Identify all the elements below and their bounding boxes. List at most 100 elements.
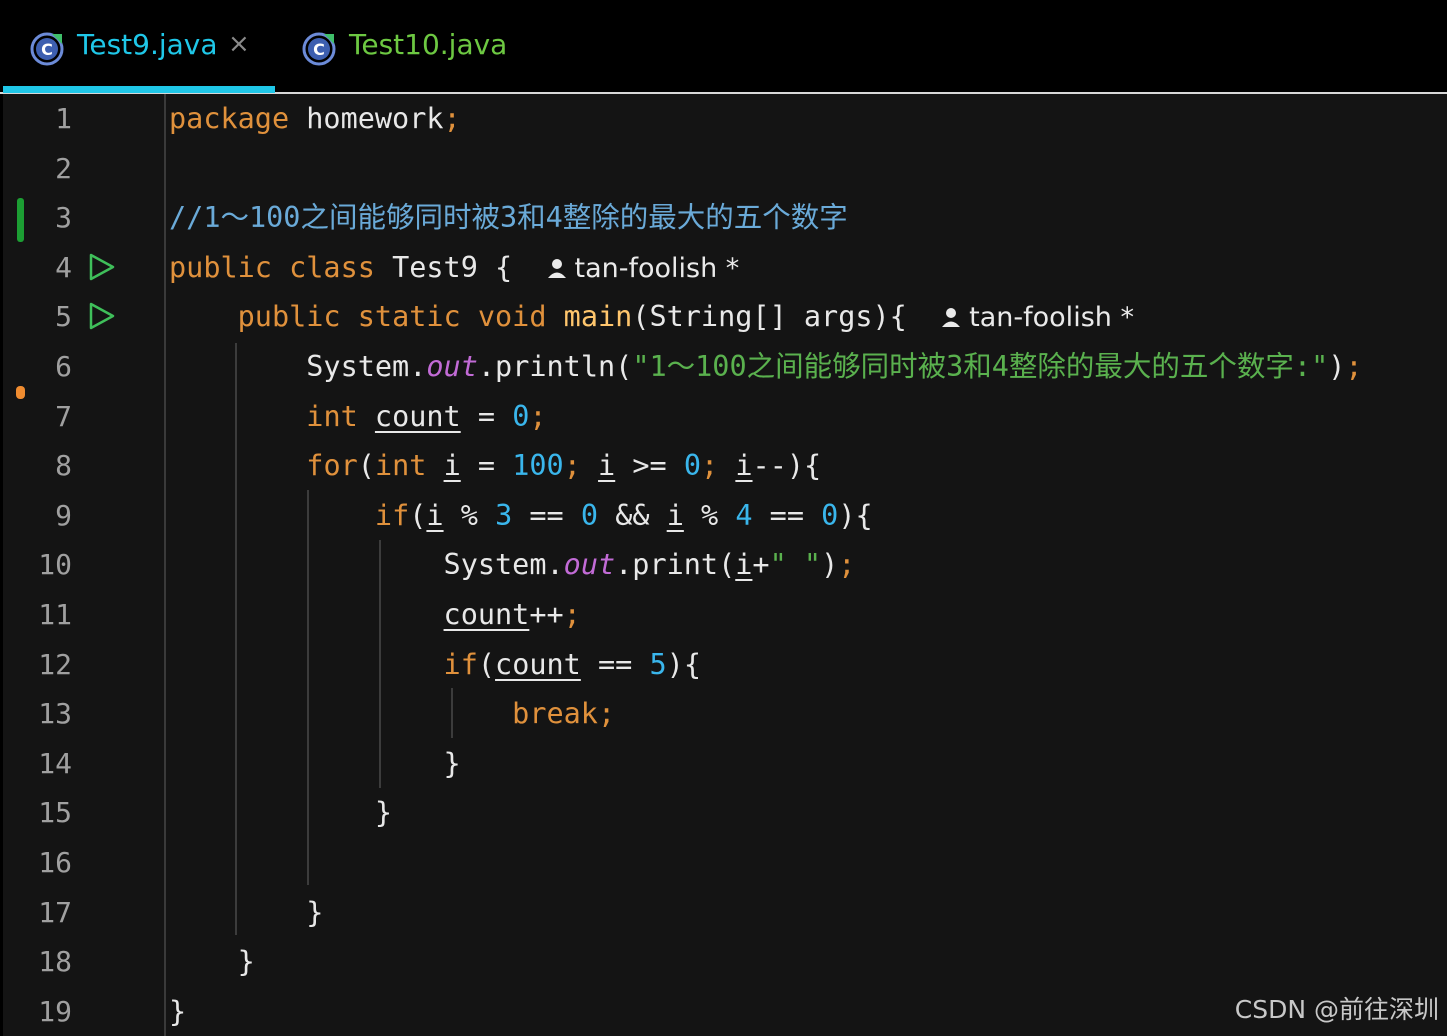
- editor-tab-bar: C Test9.java × C Test10.java: [0, 0, 1447, 94]
- code-token: ;: [701, 449, 736, 483]
- code-line[interactable]: 18 }: [0, 937, 1447, 987]
- code-text: if(i % 3 == 0 && i % 4 == 0){: [169, 491, 873, 541]
- close-icon[interactable]: ×: [228, 29, 250, 59]
- code-text: }: [169, 987, 186, 1036]
- code-author-hint: tan-foolish *: [547, 253, 739, 284]
- code-text: }: [169, 937, 255, 987]
- svg-text:C: C: [41, 40, 53, 59]
- run-gutter-icon[interactable]: [88, 253, 116, 281]
- code-token: int: [306, 399, 375, 433]
- code-token: .println(: [477, 350, 633, 383]
- code-token: .print(: [615, 548, 736, 582]
- code-text: }: [169, 888, 323, 938]
- code-author-hint: tan-foolish *: [941, 302, 1134, 333]
- code-line[interactable]: 6 System.out.println("1～100之间能够同时被3和4整除的…: [0, 342, 1447, 392]
- code-token: ){: [838, 498, 873, 532]
- code-line[interactable]: 3 //1～100之间能够同时被3和4整除的最大的五个数字: [0, 193, 1447, 243]
- code-line[interactable]: 17 }: [0, 888, 1447, 938]
- code-text: for(int i = 100; i >= 0; i--){: [169, 441, 821, 491]
- code-token: System.: [169, 548, 564, 582]
- code-token: ){: [666, 647, 701, 681]
- code-text: System.out.println("1～100之间能够同时被3和4整除的最大…: [169, 342, 1362, 392]
- code-token: count: [443, 598, 530, 631]
- code-line[interactable]: 10 System.out.print(i+" ");: [0, 540, 1447, 590]
- tab-test10[interactable]: C Test10.java: [290, 0, 520, 92]
- code-token: }: [169, 746, 461, 780]
- code-token: 4: [735, 498, 753, 532]
- watermark: CSDN @前往深圳: [1234, 995, 1439, 1024]
- code-token: 3: [495, 498, 513, 532]
- code-token: ): [821, 548, 839, 582]
- code-text: package homework;: [169, 94, 461, 144]
- code-line[interactable]: 2: [0, 144, 1447, 194]
- code-text: break;: [169, 689, 615, 739]
- code-token: }: [169, 945, 255, 979]
- line-number: 15: [38, 796, 72, 830]
- code-line[interactable]: 15 }: [0, 788, 1447, 838]
- code-text: public class Test9 { tan-foolish *: [169, 243, 739, 294]
- code-line[interactable]: 14 }: [0, 739, 1447, 789]
- code-text: if(count == 5){: [169, 640, 701, 690]
- code-token: System.: [169, 350, 427, 383]
- code-token: ++: [529, 598, 564, 631]
- tab-label: Test9.java: [77, 28, 218, 61]
- line-number: 2: [55, 151, 72, 185]
- code-line[interactable]: 16: [0, 838, 1447, 888]
- code-line[interactable]: 5 public static void main(String[] args)…: [0, 292, 1447, 342]
- code-editor[interactable]: 1 package homework; 2 3 //1～100之间能够同时被3和4整除的…: [0, 94, 1447, 1036]
- code-token: ==: [580, 647, 650, 681]
- code-token: ;: [563, 598, 581, 631]
- code-text: System.out.print(i+" ");: [169, 540, 856, 590]
- code-token: out: [563, 548, 616, 582]
- code-token: >=: [615, 449, 684, 483]
- line-number: 18: [38, 945, 72, 979]
- line-number: 13: [38, 697, 72, 731]
- code-token: count: [495, 647, 581, 681]
- code-line[interactable]: 4 public class Test9 { tan-foolish *: [0, 243, 1447, 293]
- code-token: (: [357, 449, 375, 483]
- code-token: if: [374, 498, 410, 532]
- tab-label: Test10.java: [349, 28, 508, 61]
- code-line[interactable]: 12 if(count == 5){: [0, 640, 1447, 690]
- code-line[interactable]: 19}: [0, 987, 1447, 1036]
- code-text: public static void main(String[] args){ …: [169, 292, 1134, 343]
- code-token: =: [460, 399, 513, 433]
- run-gutter-icon[interactable]: [88, 302, 116, 330]
- code-token: 0: [821, 498, 839, 532]
- code-token: --){: [752, 449, 822, 483]
- line-number: 3: [55, 201, 72, 235]
- code-token: }: [169, 796, 393, 830]
- code-line[interactable]: 7 int count = 0;: [0, 392, 1447, 442]
- svg-text:C: C: [313, 40, 325, 59]
- line-number: 17: [38, 895, 72, 929]
- line-number: 1: [55, 102, 72, 135]
- line-number: 7: [55, 399, 72, 433]
- code-token: "1～100之间能够同时被3和4整除的最大的五个数字:": [632, 350, 1329, 383]
- code-line[interactable]: 11 count++;: [0, 590, 1447, 640]
- line-number: 11: [38, 598, 72, 631]
- code-token: %: [443, 498, 496, 532]
- code-token: break;: [512, 697, 616, 731]
- tab-test9[interactable]: C Test9.java ×: [0, 0, 275, 92]
- java-class-icon: C: [302, 32, 336, 66]
- code-line[interactable]: 9 if(i % 3 == 0 && i % 4 == 0){: [0, 491, 1447, 541]
- code-line[interactable]: 8 for(int i = 100; i >= 0; i--){: [0, 441, 1447, 491]
- code-token: ;: [443, 102, 461, 135]
- code-token: i: [426, 498, 444, 532]
- code-token: Test9 {: [392, 250, 547, 284]
- code-token: 0: [512, 399, 530, 433]
- code-token: i: [735, 548, 753, 582]
- code-text: count++;: [169, 590, 581, 640]
- code-line[interactable]: 13 break;: [0, 689, 1447, 739]
- code-token: ==: [752, 498, 822, 532]
- line-number: 5: [55, 300, 72, 334]
- code-line[interactable]: 1 package homework;: [0, 94, 1447, 144]
- code-token: main: [563, 300, 633, 334]
- code-token: i: [666, 498, 684, 532]
